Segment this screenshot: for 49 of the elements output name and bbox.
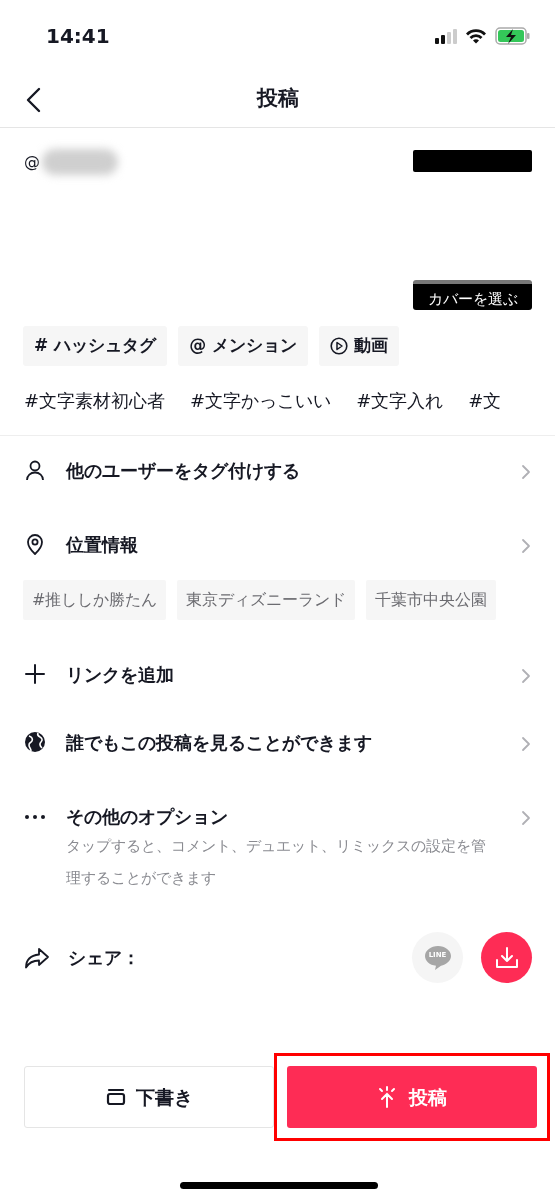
share-label: シェア： bbox=[68, 946, 141, 970]
settings-row[interactable]: リンクを追加 bbox=[0, 620, 555, 706]
insert-chip[interactable]: @ メンション bbox=[178, 326, 309, 366]
download-icon bbox=[493, 944, 520, 971]
draft-tray-icon bbox=[105, 1088, 126, 1106]
chevron-right-icon bbox=[519, 736, 533, 752]
setting-label: 他のユーザーをタグ付けする bbox=[66, 459, 301, 483]
setting-label: リンクを追加 bbox=[66, 663, 175, 687]
location-pin-icon bbox=[24, 533, 46, 555]
setting-description: タップすると、コメント、デュエット、リミックスの設定を管理することができます bbox=[66, 836, 487, 889]
chevron-right-icon bbox=[519, 464, 533, 480]
status-time: 14:41 bbox=[46, 23, 110, 50]
hashtag-suggestion[interactable]: #文字入れ bbox=[356, 387, 444, 414]
speech-bubble-icon bbox=[423, 944, 452, 971]
location-chip[interactable]: 千葉市中央公園 bbox=[366, 580, 497, 620]
insert-chip[interactable]: 動画 bbox=[319, 326, 400, 366]
mention-prefix: @ bbox=[24, 151, 40, 173]
settings-row[interactable]: 他のユーザーをタグ付けする bbox=[0, 436, 555, 504]
chevron-right-icon bbox=[519, 668, 533, 684]
wifi-icon bbox=[465, 28, 487, 44]
page-title: 投稿 bbox=[256, 84, 299, 112]
globe-icon bbox=[24, 731, 46, 753]
plus-icon bbox=[24, 663, 46, 685]
hashtag-suggestion[interactable]: #文字素材初心者 bbox=[24, 387, 166, 414]
settings-row[interactable]: 位置情報 bbox=[0, 504, 555, 580]
setting-label: 誰でもこの投稿を見ることができます bbox=[66, 731, 373, 755]
play-circle-icon bbox=[330, 337, 349, 355]
insert-chip[interactable]: # ハッシュタグ bbox=[23, 326, 168, 366]
battery-charging-icon bbox=[495, 27, 531, 45]
back-icon[interactable] bbox=[24, 87, 42, 113]
more-icon bbox=[24, 814, 46, 820]
location-chip[interactable]: 東京ディズニーランド bbox=[177, 580, 356, 620]
chevron-right-icon bbox=[519, 538, 533, 554]
hashtag-suggestion[interactable]: #文 bbox=[468, 387, 502, 414]
person-icon bbox=[24, 459, 46, 481]
upload-sparkle-icon bbox=[377, 1086, 397, 1108]
draft-button[interactable]: 下書き bbox=[24, 1066, 274, 1128]
share-arrow-icon bbox=[24, 945, 50, 970]
settings-row[interactable]: 誰でもこの投稿を見ることができます bbox=[0, 706, 555, 772]
choose-cover-button[interactable]: カバーを選ぶ bbox=[413, 280, 532, 310]
setting-label: 位置情報 bbox=[66, 533, 139, 557]
signal-icon bbox=[435, 28, 457, 44]
settings-row[interactable]: その他のオプション タップすると、コメント、デュエット、リミックスの設定を管理することができます bbox=[0, 772, 555, 904]
location-chip[interactable]: #推ししか勝たん bbox=[23, 580, 167, 620]
download-button[interactable] bbox=[481, 932, 532, 983]
post-button[interactable]: 投稿 bbox=[287, 1066, 537, 1128]
setting-label: その他のオプション bbox=[66, 805, 229, 829]
hashtag-suggestion[interactable]: #文字かっこいい bbox=[190, 387, 332, 414]
chevron-right-icon bbox=[519, 810, 533, 826]
